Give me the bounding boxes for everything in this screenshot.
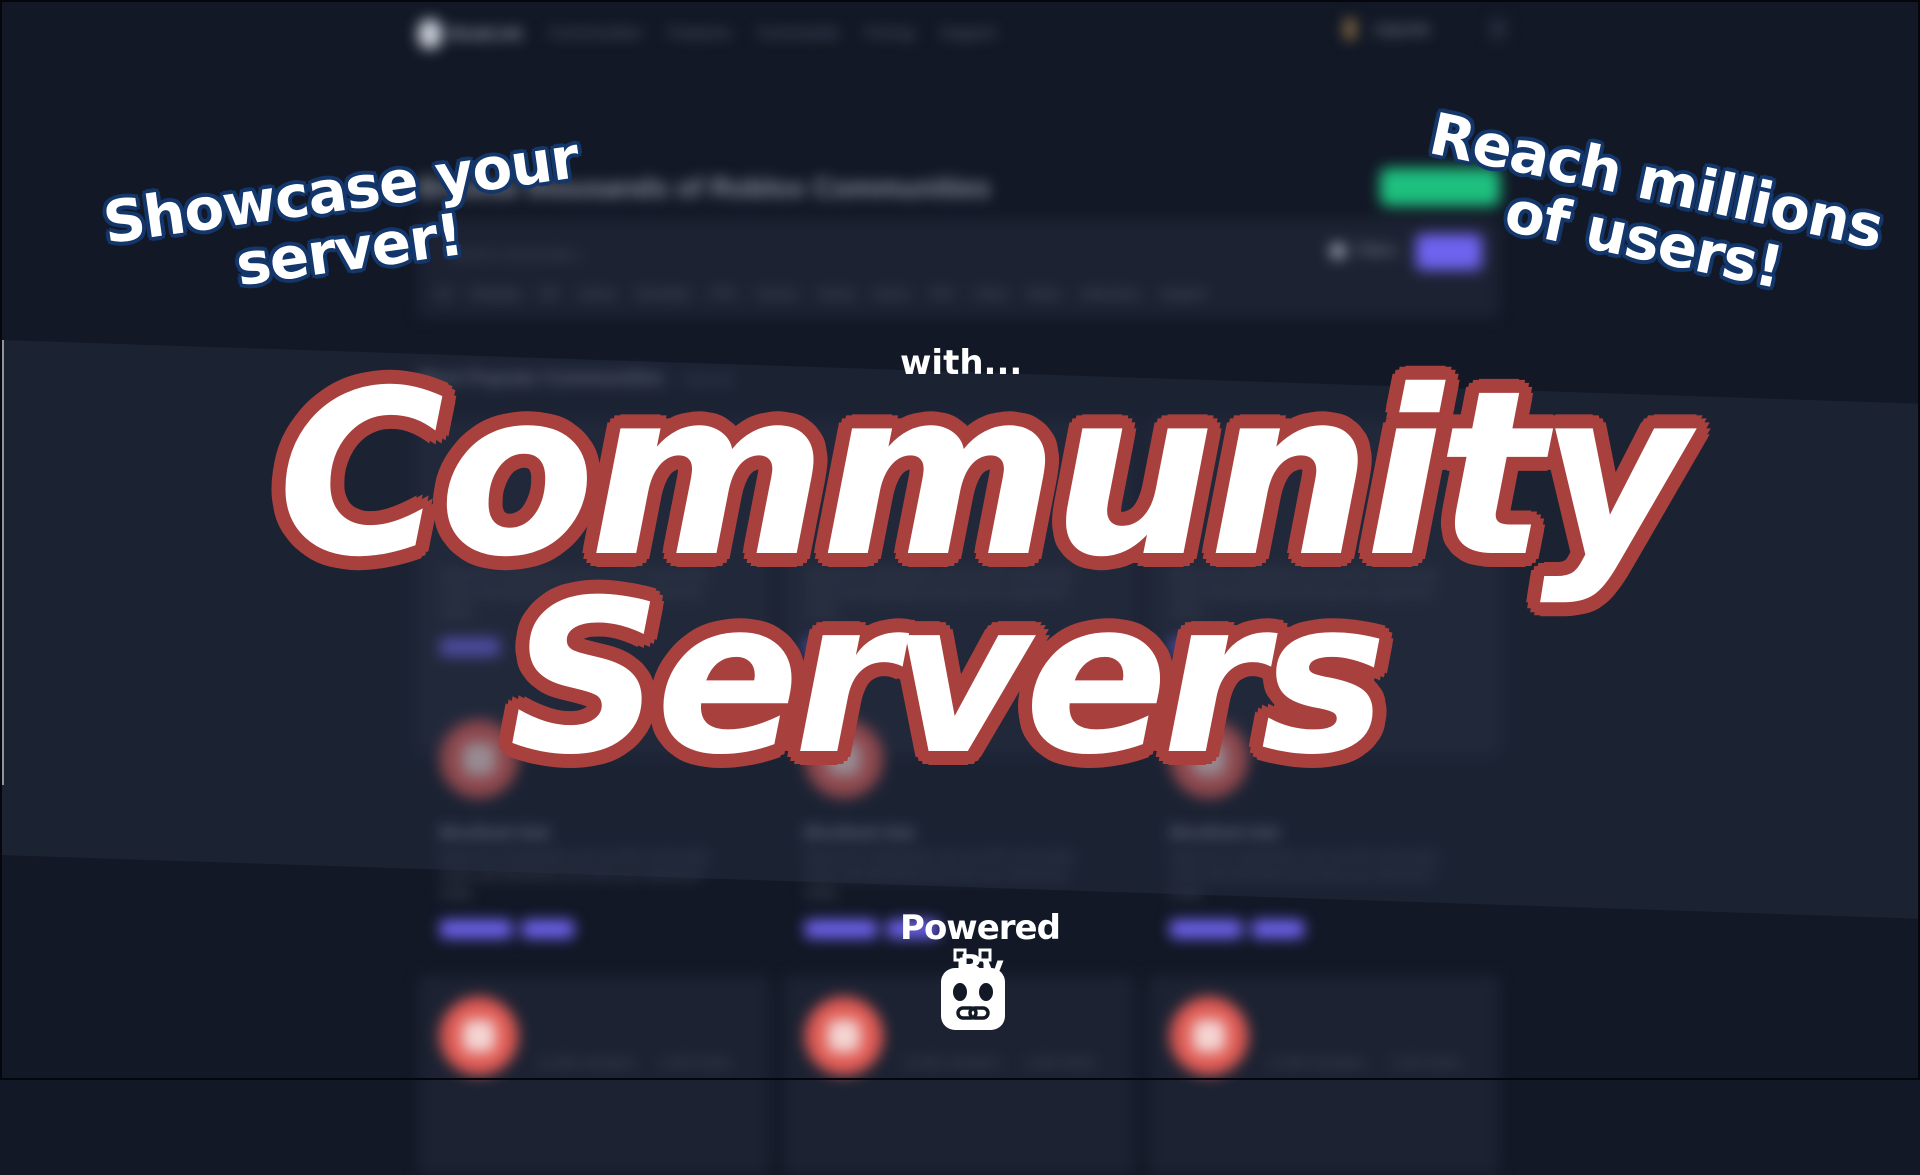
nav-link[interactable]: Commands	[757, 25, 839, 43]
nav-link[interactable]: Support	[940, 25, 996, 43]
online-count: 1,203 online	[1024, 1055, 1096, 1070]
menu-icon[interactable]	[1488, 18, 1507, 40]
member-count: 12,481 members	[1268, 1055, 1366, 1070]
server-avatar	[805, 997, 883, 1075]
tag-chip[interactable]: Music	[1027, 286, 1061, 301]
online-count: 1,203 online	[1389, 1055, 1461, 1070]
community-card[interactable]: 12,481 members 1,203 online	[1148, 975, 1500, 1175]
details-button[interactable]	[522, 920, 574, 938]
tag-chip[interactable]: RP	[541, 286, 559, 301]
tag-chip[interactable]: Tycoon	[756, 286, 798, 301]
main-title: Community Servers	[210, 341, 1750, 784]
member-count: 12,481 members	[903, 1055, 1001, 1070]
band-edge	[0, 340, 4, 785]
tag-chip[interactable]: All	[436, 286, 450, 301]
tag-chip[interactable]: Simulator	[636, 286, 691, 301]
card-meta: 12,481 members 1,203 online	[903, 1055, 1095, 1070]
details-button[interactable]	[1252, 920, 1304, 938]
card-meta: 12,481 members 1,203 online	[538, 1055, 730, 1070]
top-nav: BoatLink Communities Features Commands P…	[418, 14, 996, 54]
tag-chip[interactable]: Roleplay	[470, 286, 521, 301]
nav-link[interactable]: Pricing	[865, 25, 914, 43]
tag-chip[interactable]: Support	[1161, 286, 1207, 301]
title-line-servers: Servers	[509, 554, 1387, 801]
site-logo-icon	[418, 19, 442, 49]
nav-right: Upgrade	[1345, 18, 1507, 40]
join-server-button[interactable]	[1170, 920, 1242, 938]
search-button[interactable]: Search	[1416, 234, 1482, 270]
robot-link-icon	[941, 948, 1005, 1030]
filter-icon	[1330, 242, 1346, 259]
tag-list: All Roleplay RP Anime Simulator FPS Tycoon Soci…	[436, 286, 1206, 301]
card-meta: 12,481 members 1,203 online	[1268, 1055, 1460, 1070]
nav-link[interactable]: Communities	[549, 25, 642, 43]
title-line-community: Community	[277, 341, 1689, 607]
server-avatar	[1170, 997, 1248, 1075]
nav-link[interactable]: Features	[668, 25, 731, 43]
member-count: 12,481 members	[538, 1055, 636, 1070]
tag-chip[interactable]: PvP	[930, 286, 954, 301]
tag-chip[interactable]: Social	[818, 286, 853, 301]
tag-chip[interactable]: FPS	[711, 286, 736, 301]
server-avatar	[440, 997, 518, 1075]
join-server-button[interactable]	[440, 920, 512, 938]
coin-icon	[1345, 18, 1355, 40]
join-server-button[interactable]	[805, 920, 877, 938]
tag-chip[interactable]: Clans	[974, 286, 1007, 301]
tag-chip[interactable]: Anime	[579, 286, 616, 301]
user-label[interactable]: Upgrade	[1373, 21, 1431, 38]
online-count: 1,203 online	[659, 1055, 731, 1070]
tag-chip[interactable]: Horror	[874, 286, 911, 301]
filter-label: Filters	[1356, 242, 1397, 259]
site-brand: BoatLink	[450, 24, 523, 43]
community-card[interactable]: 12,481 members 1,203 online	[418, 975, 770, 1175]
tag-chip[interactable]: Adventure	[1081, 286, 1140, 301]
filter-button[interactable]: Filters	[1330, 242, 1397, 259]
